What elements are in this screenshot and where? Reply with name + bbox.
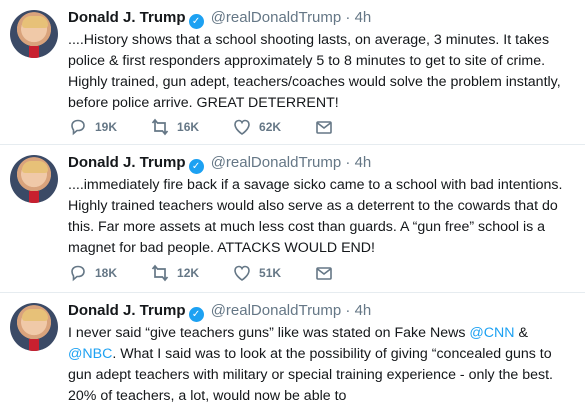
like-count: 62K bbox=[259, 120, 282, 134]
reply-count: 19K bbox=[95, 120, 118, 134]
reply-count: 18K bbox=[95, 266, 118, 280]
tweet-header: Donald J. Trump ✓ @realDonaldTrump · 4h bbox=[68, 301, 575, 322]
separator: · bbox=[345, 9, 351, 26]
reply-button[interactable]: 18K bbox=[68, 263, 117, 283]
tweet-time[interactable]: 4h bbox=[355, 9, 372, 26]
tweet-header: Donald J. Trump ✓ @realDonaldTrump · 4h bbox=[68, 8, 575, 29]
author-name[interactable]: Donald J. Trump bbox=[68, 302, 186, 319]
retweet-button[interactable]: 16K bbox=[150, 117, 199, 137]
author-handle[interactable]: @realDonaldTrump bbox=[211, 302, 342, 319]
envelope-icon bbox=[314, 117, 334, 137]
heart-icon bbox=[232, 263, 252, 283]
tweet-text: ....History shows that a school shooting… bbox=[68, 32, 561, 111]
verified-badge-icon: ✓ bbox=[188, 14, 204, 29]
avatar[interactable] bbox=[10, 303, 58, 351]
retweet-count: 12K bbox=[177, 266, 200, 280]
ampersand: & bbox=[514, 325, 528, 341]
like-button[interactable]: 62K bbox=[232, 117, 281, 137]
separator: · bbox=[345, 154, 351, 171]
message-button[interactable] bbox=[314, 117, 341, 137]
tweet-content: Donald J. Trump ✓ @realDonaldTrump · 4h I… bbox=[68, 301, 575, 407]
tweet-actions: 19K 16K 62K bbox=[68, 117, 374, 137]
retweet-icon bbox=[150, 117, 170, 137]
author-name[interactable]: Donald J. Trump bbox=[68, 154, 186, 171]
verified-badge-icon: ✓ bbox=[188, 307, 204, 322]
like-count: 51K bbox=[259, 266, 282, 280]
envelope-icon bbox=[314, 263, 334, 283]
retweet-button[interactable]: 12K bbox=[150, 263, 199, 283]
author-handle[interactable]: @realDonaldTrump bbox=[211, 9, 342, 26]
reply-button[interactable]: 19K bbox=[68, 117, 117, 137]
tweet-3[interactable]: Donald J. Trump ✓ @realDonaldTrump · 4h I… bbox=[0, 293, 585, 412]
tweet-time[interactable]: 4h bbox=[355, 302, 372, 319]
verified-badge-icon: ✓ bbox=[188, 159, 204, 174]
author-handle[interactable]: @realDonaldTrump bbox=[211, 154, 342, 171]
separator: · bbox=[345, 302, 351, 319]
heart-icon bbox=[232, 117, 252, 137]
tweet-text-after: . What I said was to look at the possibi… bbox=[68, 346, 553, 404]
retweet-count: 16K bbox=[177, 120, 200, 134]
message-button[interactable] bbox=[314, 263, 341, 283]
retweet-icon bbox=[150, 263, 170, 283]
tweet-content: Donald J. Trump ✓ @realDonaldTrump · 4h .… bbox=[68, 153, 575, 259]
mention-nbc-link[interactable]: @NBC bbox=[68, 346, 112, 362]
avatar[interactable] bbox=[10, 155, 58, 203]
tweet-header: Donald J. Trump ✓ @realDonaldTrump · 4h bbox=[68, 153, 575, 174]
tweet-content: Donald J. Trump ✓ @realDonaldTrump · 4h .… bbox=[68, 8, 575, 114]
author-name[interactable]: Donald J. Trump bbox=[68, 9, 186, 26]
tweet-time[interactable]: 4h bbox=[355, 154, 372, 171]
tweet-text: I never said “give teachers guns” like w… bbox=[68, 323, 575, 407]
reply-icon bbox=[68, 263, 88, 283]
mention-cnn-link[interactable]: @CNN bbox=[469, 325, 514, 341]
tweet-text-before: I never said “give teachers guns” like w… bbox=[68, 325, 470, 341]
avatar[interactable] bbox=[10, 10, 58, 58]
reply-icon bbox=[68, 117, 88, 137]
like-button[interactable]: 51K bbox=[232, 263, 281, 283]
tweet-2[interactable]: Donald J. Trump ✓ @realDonaldTrump · 4h .… bbox=[0, 145, 585, 293]
tweet-text: ....immediately fire back if a savage si… bbox=[68, 177, 563, 256]
tweet-1[interactable]: Donald J. Trump ✓ @realDonaldTrump · 4h .… bbox=[0, 0, 585, 145]
tweet-actions: 18K 12K 51K bbox=[68, 263, 374, 283]
